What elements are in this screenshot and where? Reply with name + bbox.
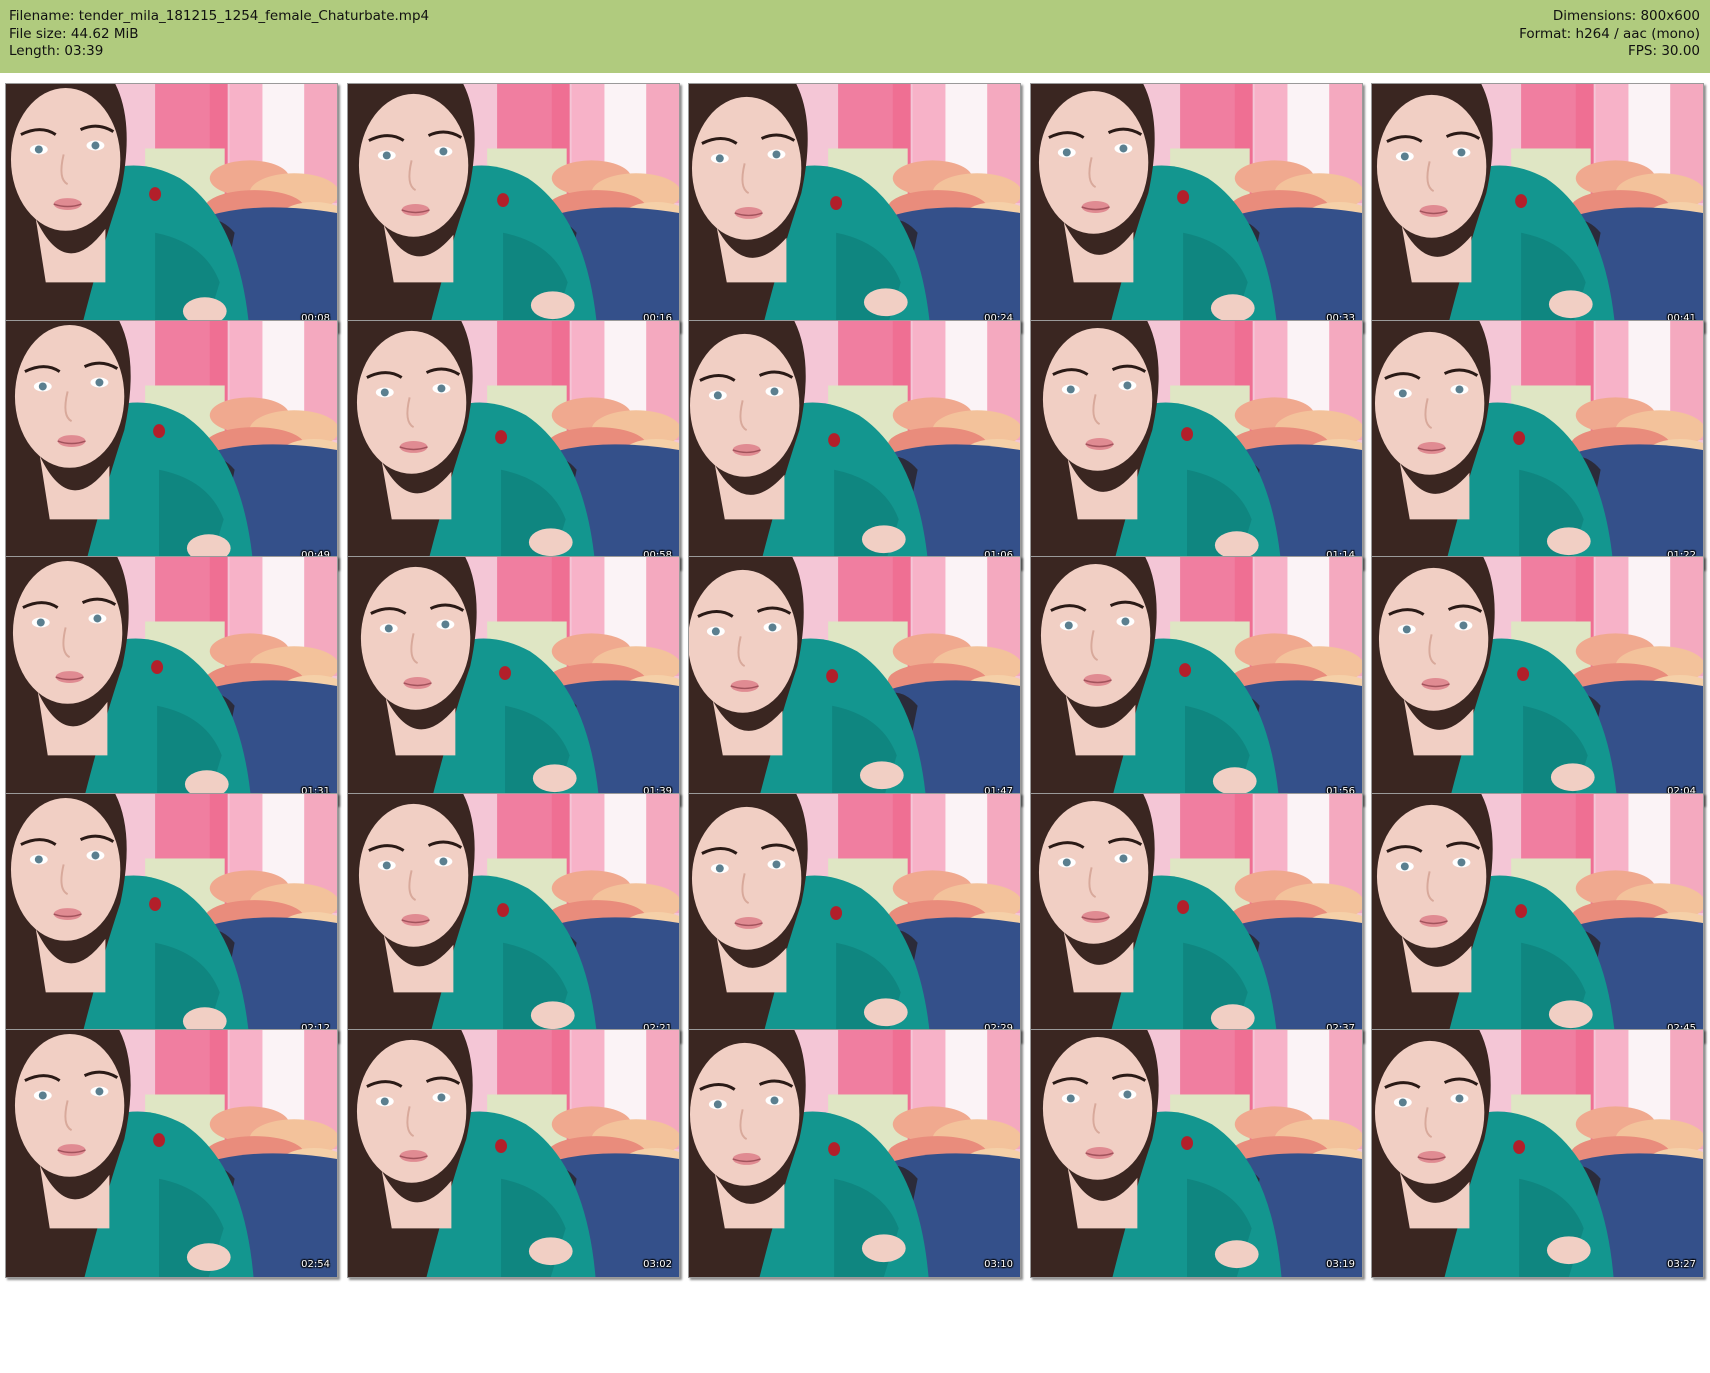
video-thumbnail: 02:12 [5,793,338,1042]
thumbnail-frame-image [6,1030,337,1277]
format-value: h264 / aac (mono) [1575,25,1700,42]
filename-value: tender_mila_181215_1254_female_Chaturbat… [78,8,430,24]
thumbnail-frame-image [1031,794,1362,1041]
video-thumbnail: 02:21 [347,793,680,1042]
dimensions-line: Dimensions: 800x600 [1519,8,1700,26]
video-thumbnail: 01:47 [688,556,1021,805]
fps-line: FPS: 30.00 [1519,43,1700,61]
video-thumbnail: 03:19 [1030,1029,1363,1278]
filesize-value: 44.62 MiB [70,25,139,42]
thumbnail-frame-image [689,321,1020,568]
info-header: Filename: tender_mila_181215_1254_female… [0,0,1710,73]
thumbnail-frame-image [689,794,1020,1041]
thumbnail-frame-image [1372,557,1703,804]
thumbnail-frame-image [1031,557,1362,804]
length-label: Length: [9,43,61,59]
video-thumbnail: 02:45 [1371,793,1704,1042]
thumbnail-timestamp: 03:10 [984,1259,1013,1270]
length-line: Length: 03:39 [9,43,429,61]
filesize-label: File size: [9,25,67,42]
thumbnail-frame-image [1031,321,1362,568]
thumbnail-frame-image [1372,1030,1703,1277]
thumbnail-frame-image [689,557,1020,804]
video-thumbnail: 03:27 [1371,1029,1704,1278]
thumbnail-frame-image [1031,1030,1362,1277]
thumbnail-frame-image [348,1030,679,1277]
thumbnail-frame-image [348,794,679,1041]
thumbnail-frame-image [1372,84,1703,331]
thumbnail-timestamp: 03:02 [643,1259,672,1270]
video-thumbnail: 00:58 [347,320,680,569]
thumbnail-frame-image [1372,321,1703,568]
thumbnail-frame-image [689,1030,1020,1277]
length-value: 03:39 [64,43,104,59]
video-thumbnail: 01:06 [688,320,1021,569]
thumbnail-frame-image [6,321,337,568]
thumbnail-frame-image [6,794,337,1041]
video-thumbnail: 02:04 [1371,556,1704,805]
video-thumbnail: 03:10 [688,1029,1021,1278]
file-info-left: Filename: tender_mila_181215_1254_female… [9,8,429,61]
video-thumbnail: 00:49 [5,320,338,569]
video-thumbnail: 01:31 [5,556,338,805]
video-thumbnail: 01:39 [347,556,680,805]
fps-label: FPS: [1628,43,1658,59]
thumbnail-frame-image [348,557,679,804]
thumbnail-frame-image [348,321,679,568]
thumbnail-timestamp: 02:54 [301,1259,330,1270]
format-line: Format: h264 / aac (mono) [1519,26,1700,44]
thumbnail-frame-image [1372,794,1703,1041]
thumbnail-frame-image [689,84,1020,331]
video-thumbnail: 02:29 [688,793,1021,1042]
file-info-right: Dimensions: 800x600 Format: h264 / aac (… [1519,8,1700,61]
video-thumbnail: 00:08 [5,83,338,332]
video-thumbnail: 03:02 [347,1029,680,1278]
thumbnail-grid: 00:08 00:16 00:24 00:33 00:41 00:49 00:5… [5,83,1709,1370]
video-thumbnail: 00:41 [1371,83,1704,332]
video-thumbnail: 02:54 [5,1029,338,1278]
thumbnail-frame-image [1031,84,1362,331]
video-thumbnail: 00:24 [688,83,1021,332]
fps-value: 30.00 [1661,43,1700,59]
thumbnail-timestamp: 03:19 [1326,1259,1355,1270]
video-thumbnail: 01:22 [1371,320,1704,569]
video-thumbnail: 00:33 [1030,83,1363,332]
dimensions-label: Dimensions: [1552,8,1637,24]
filesize-line: File size: 44.62 MiB [9,26,429,44]
filename-label: Filename: [9,8,75,24]
video-thumbnail: 02:37 [1030,793,1363,1042]
video-thumbnail: 01:14 [1030,320,1363,569]
thumbnail-frame-image [6,557,337,804]
format-label: Format: [1519,25,1572,42]
filename-line: Filename: tender_mila_181215_1254_female… [9,8,429,26]
video-thumbnail: 00:16 [347,83,680,332]
thumbnail-frame-image [348,84,679,331]
thumbnail-timestamp: 03:27 [1667,1259,1696,1270]
dimensions-value: 800x600 [1640,8,1700,24]
video-thumbnail: 01:56 [1030,556,1363,805]
thumbnail-frame-image [6,84,337,331]
